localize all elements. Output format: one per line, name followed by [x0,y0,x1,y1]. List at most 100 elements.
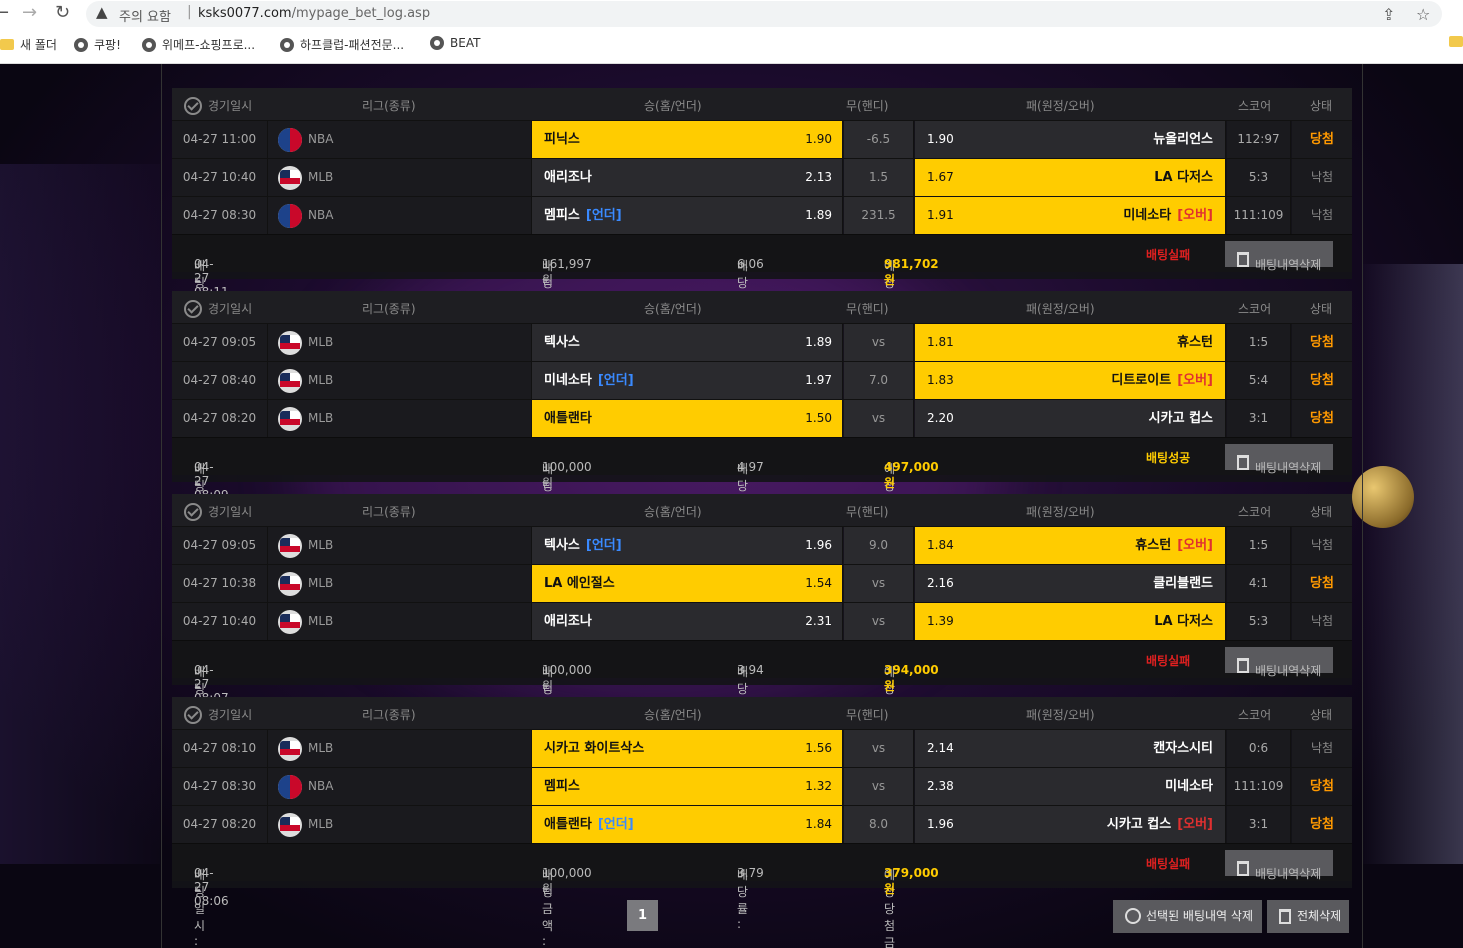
home-team-name: 시카고 화이트삭스 [544,741,645,756]
over-tag: [오버] [1177,373,1213,388]
league-name: MLB [308,411,334,425]
home-odds: 1.84 [805,817,832,831]
bookmark-wemakeprice[interactable]: 위메프-쇼핑프로... [142,36,255,53]
delete-bet-button[interactable]: 배팅내역삭제 [1225,241,1333,272]
mlb-logo-icon [278,534,302,558]
status-cell: 낙첨 [1292,159,1352,196]
home-team-cell[interactable]: LA 에인절스 1.54 [532,565,843,602]
star-icon[interactable]: ☆ [1416,5,1430,24]
delete-all-button[interactable]: 전체삭제 [1267,900,1349,933]
away-team-cell[interactable]: 2.16 클리블랜드 [915,565,1226,602]
header-score: 스코어 [1238,302,1272,316]
away-team-cell[interactable]: 2.38 미네소타 [915,768,1226,805]
away-team-cell[interactable]: 1.81 휴스턴 [915,324,1226,361]
url-separator: | [187,4,192,20]
share-icon[interactable]: ⇪ [1382,5,1395,24]
globe-icon [74,37,88,52]
game-row: 04-27 08:20 MLB 애틀랜타 [언더] 1.84 8.0 1.96 시카고… [172,805,1352,843]
select-checkbox[interactable] [184,503,202,521]
select-checkbox[interactable] [184,300,202,318]
home-team-cell[interactable]: 시카고 화이트삭스 1.56 [532,730,843,767]
delete-selected-button[interactable]: 선택된 배팅내역 삭제 [1113,900,1262,933]
home-team-cell[interactable]: 애리조나 2.31 [532,603,843,640]
globe-icon [142,37,156,52]
header-home: 승(홈/언더) [644,302,702,316]
away-team-cell[interactable]: 1.39 LA 다저스 [915,603,1226,640]
home-team-cell[interactable]: 애리조나 2.13 [532,159,843,196]
game-row: 04-27 08:30 NBA 멤피스 1.32 vs 2.38 미네소타 111:… [172,767,1352,805]
home-team-cell[interactable]: 멤피스 1.32 [532,768,843,805]
header-league: 리그(종류) [362,99,416,113]
select-checkbox[interactable] [184,97,202,115]
away-team-cell[interactable]: 1.84 휴스턴 [오버] [915,527,1226,564]
game-row: 04-27 09:05 MLB 텍사스 [언더] 1.96 9.0 1.84 휴스턴 [… [172,526,1352,564]
bet-result: 배팅실패 [1146,654,1191,668]
home-odds: 1.89 [805,335,832,349]
away-team-name: 뉴올리언스 [1153,132,1213,147]
under-tag: [언더] [585,538,622,553]
bookmark-folder[interactable]: 새 폴더 [0,36,57,53]
bookmark-coupang[interactable]: 쿠팡! [74,36,121,53]
folder-icon [0,39,14,50]
bet-slip: 경기일시 리그(종류) 승(홈/언더) 무(핸디) 패(원정/오버) 스코어 상… [172,494,1352,779]
delete-bet-button[interactable]: 배팅내역삭제 [1225,444,1333,475]
game-time: 04-27 09:05 [172,527,268,564]
mlb-logo-icon [278,610,302,634]
away-team-cell[interactable]: 1.91 미네소타 [오버] [915,197,1226,234]
pagination-page[interactable]: 1 [627,900,658,931]
game-row: 04-27 10:40 MLB 애리조나 2.31 vs 1.39 LA 다저스 5… [172,602,1352,640]
header-status: 상태 [1310,708,1333,722]
nba-logo-icon [278,128,302,152]
bookmark-beat[interactable]: BEAT [430,36,480,50]
away-team-cell[interactable]: 1.96 시카고 컵스 [오버] [915,806,1226,843]
away-odds: 2.14 [927,741,954,755]
select-checkbox[interactable] [184,706,202,724]
game-time: 04-27 10:40 [172,159,268,196]
home-team-name: 애리조나 [544,170,592,185]
home-team-cell[interactable]: 텍사스 [언더] 1.96 [532,527,843,564]
header-away: 패(원정/오버) [1026,505,1095,519]
forward-icon[interactable]: → [22,2,37,23]
game-time: 04-27 08:30 [172,197,268,234]
delete-bet-button[interactable]: 배팅내역삭제 [1225,850,1333,881]
home-team-cell[interactable]: 멤피스 [언더] 1.89 [532,197,843,234]
back-icon[interactable]: ← [0,2,9,23]
home-team-cell[interactable]: 미네소타 [언더] 1.97 [532,362,843,399]
league-cell: NBA [268,197,532,234]
status-cell: 당첨 [1292,565,1352,602]
away-odds: 1.67 [927,170,954,184]
away-odds: 2.38 [927,779,954,793]
home-team-cell[interactable]: 애틀랜타 [언더] 1.84 [532,806,843,843]
bet-slip-header: 경기일시 리그(종류) 승(홈/언더) 무(핸디) 패(원정/오버) 스코어 상… [172,88,1352,120]
away-team-name: 미네소타 [1165,779,1213,794]
bet-slip-header: 경기일시 리그(종류) 승(홈/언더) 무(핸디) 패(원정/오버) 스코어 상… [172,494,1352,526]
league-cell: MLB [268,400,532,437]
away-team-name: LA 다저스 [1154,614,1213,629]
reload-icon[interactable]: ↻ [55,2,70,23]
away-team-cell[interactable]: 2.20 시카고 컵스 [915,400,1226,437]
home-odds: 1.97 [805,373,832,387]
home-odds: 1.89 [805,208,832,222]
address-bar[interactable]: ▲ 주의 요함 | ksks0077.com/mypage_bet_log.as… [86,1,1442,27]
bookmark-folder-right[interactable] [1449,36,1463,47]
away-team-cell[interactable]: 1.67 LA 다저스 [915,159,1226,196]
home-team-cell[interactable]: 피닉스 1.90 [532,121,843,158]
league-name: MLB [308,170,334,184]
draw-handicap-cell: vs [844,603,914,640]
away-odds: 1.81 [927,335,954,349]
away-team-cell[interactable]: 2.14 캔자스시티 [915,730,1226,767]
away-team-cell[interactable]: 1.90 뉴올리언스 [915,121,1226,158]
bet-slip-footer: 배팅일시 : 04-27 08:07 배팅금액 : 100,000원 배당률 :… [172,640,1352,779]
mlb-logo-icon [278,737,302,761]
home-team-cell[interactable]: 애틀랜타 1.50 [532,400,843,437]
delete-bet-button[interactable]: 배팅내역삭제 [1225,647,1333,678]
bookmark-halfclub[interactable]: 하프클럽-패션전문... [280,36,404,53]
league-name: MLB [308,335,334,349]
away-team-cell[interactable]: 1.83 디트로이트 [오버] [915,362,1226,399]
home-team-cell[interactable]: 텍사스 1.89 [532,324,843,361]
bet-slip-footer: 배팅일시 : 04-27 08:06 배팅금액 : 100,000원 배당률 :… [172,843,1352,948]
trash-icon [1237,252,1249,267]
status-cell: 낙첨 [1292,730,1352,767]
away-team-name: 클리블랜드 [1153,576,1213,591]
over-tag: [오버] [1177,817,1213,832]
